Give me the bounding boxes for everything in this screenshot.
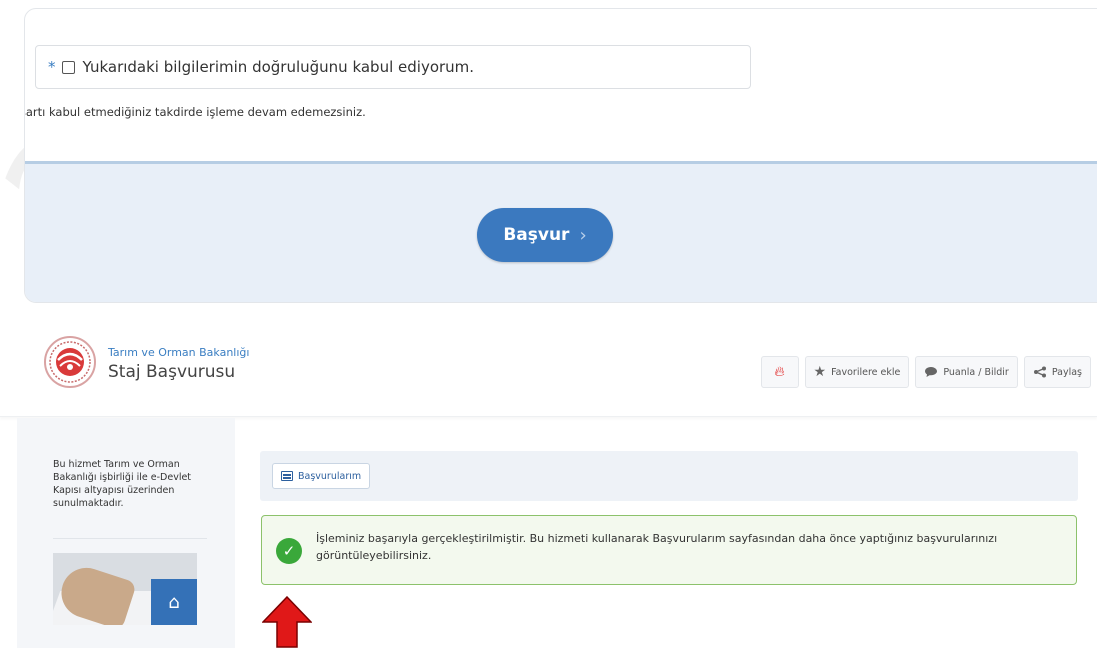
- arrow-up-icon: [262, 596, 312, 648]
- consent-form-card: * Yukarıdaki bilgilerimin doğruluğunu ka…: [24, 8, 1097, 303]
- header-actions: 🔥︎ ★ Favorilere ekle Puanla / Bildir Pay…: [760, 356, 1091, 388]
- share-button[interactable]: Paylaş: [1023, 356, 1091, 388]
- apply-button-label: Başvur: [503, 225, 570, 245]
- sidebar-divider: [53, 538, 207, 539]
- left-sidebar: Bu hizmet Tarım ve Orman Bakanlığı işbir…: [17, 418, 235, 648]
- star-icon: ★: [813, 364, 827, 380]
- favorite-label: Favorilere ekle: [831, 366, 901, 378]
- tabs-bar: Başvurularım: [260, 451, 1078, 501]
- apply-area: Başvur ›: [25, 161, 1097, 302]
- success-message: İşleminiz başarıyla gerçekleştirilmiştir…: [316, 532, 998, 562]
- consent-checkbox[interactable]: [61, 60, 75, 74]
- check-circle-icon: ✓: [276, 538, 302, 564]
- share-label: Paylaş: [1051, 366, 1082, 378]
- favorite-button[interactable]: ★ Favorilere ekle: [804, 356, 910, 388]
- rate-button[interactable]: Puanla / Bildir: [915, 356, 1018, 388]
- consent-checkbox-row[interactable]: * Yukarıdaki bilgilerimin doğruluğunu ka…: [35, 45, 751, 89]
- service-title: Staj Başvurusu: [108, 362, 236, 382]
- consent-label: Yukarıdaki bilgilerimin doğruluğunu kabu…: [82, 58, 475, 76]
- rate-label: Puanla / Bildir: [943, 366, 1009, 378]
- sidebar-info-text: Bu hizmet Tarım ve Orman Bakanlığı işbir…: [53, 459, 192, 509]
- tab-applications[interactable]: Başvurularım: [272, 463, 371, 489]
- service-header: Tarım ve Orman Bakanlığı Staj Başvurusu …: [0, 328, 1097, 417]
- popular-button[interactable]: 🔥︎: [760, 356, 799, 388]
- share-icon: [1033, 366, 1046, 378]
- chevron-right-icon: ›: [579, 224, 587, 246]
- comment-icon: [925, 367, 938, 377]
- success-alert: ✓ İşleminiz başarıyla gerçekleştirilmişt…: [261, 515, 1077, 585]
- ministry-logo: [44, 336, 96, 388]
- consent-note: Bu şartı kabul etmediğiniz takdirde işle…: [24, 105, 366, 119]
- promo-image[interactable]: ⌂: [53, 553, 197, 625]
- flame-icon: 🔥︎: [774, 364, 785, 380]
- required-marker: *: [48, 58, 56, 76]
- list-icon: [281, 471, 293, 481]
- wifi-device-icon: ⌂: [151, 579, 197, 625]
- tab-applications-label: Başvurularım: [298, 470, 362, 482]
- apply-button[interactable]: Başvur ›: [477, 208, 613, 262]
- ministry-name[interactable]: Tarım ve Orman Bakanlığı: [108, 346, 249, 359]
